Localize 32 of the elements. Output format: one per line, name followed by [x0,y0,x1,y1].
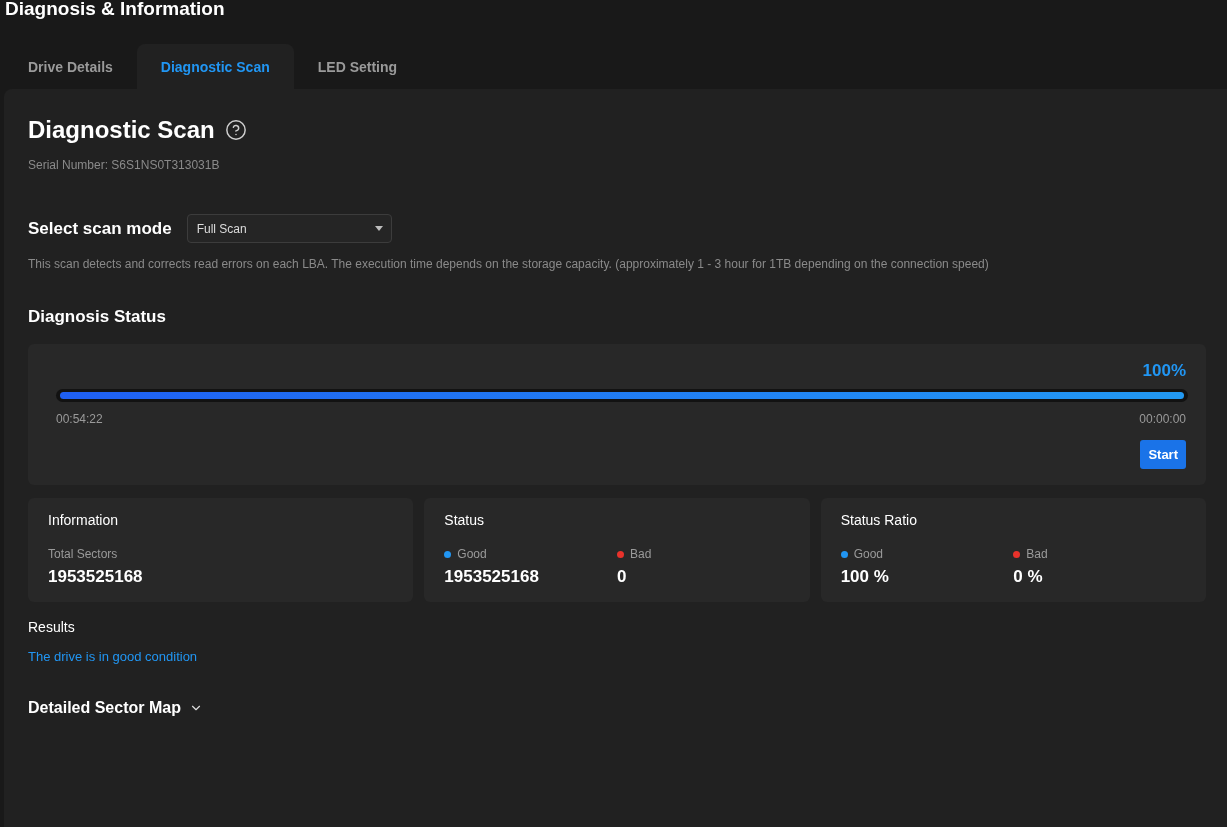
tab[interactable]: LED Setting [293,44,422,89]
stat-label: Bad [630,546,652,562]
card-title: Status Ratio [840,511,918,529]
sector-map-toggle[interactable]: Detailed Sector Map [28,697,203,719]
section-title: Diagnostic Scan [28,115,215,145]
start-button[interactable]: Start [1140,440,1186,469]
card-title: Status [444,511,486,529]
elapsed-time: 00:54:22 [56,411,103,427]
stat-value: 100 % [840,566,890,588]
stat-label: Bad [1026,546,1048,562]
tab[interactable]: Diagnostic Scan [136,44,294,89]
scan-mode-label: Select scan mode [28,217,172,240]
stat-value: 1953525168 [444,566,540,588]
stat-label: Good [457,546,487,562]
progress-percent: 100% [1142,360,1186,382]
tab[interactable]: Drive Details [4,44,137,89]
serial-number: Serial Number: S6S1NS0T313031B [28,157,221,173]
results-label: Results [28,618,76,636]
stat-label: Good [853,546,883,562]
stat-label: Total Sectors [48,546,118,562]
result-message: The drive is in good condition [28,649,199,665]
remaining-time: 00:00:00 [1139,411,1186,427]
stat-value: 1953525168 [48,566,144,588]
page-title: Diagnosis & Information [5,0,226,19]
scan-mode-dropdown[interactable]: Full Scan [186,214,392,243]
card-title: Information [48,511,120,529]
status-heading: Diagnosis Status [28,306,167,328]
help-icon[interactable] [224,119,247,141]
scan-description: This scan detects and corrects read errors on each LBA. The execution time depends on the storage capacity. (approximately 1 - 3 hour for 1TB depending on the connection speed) [28,256,990,272]
stat-value: 0 % [1013,566,1044,588]
caret-icon [374,226,383,231]
stat-value: 0 [617,566,628,588]
